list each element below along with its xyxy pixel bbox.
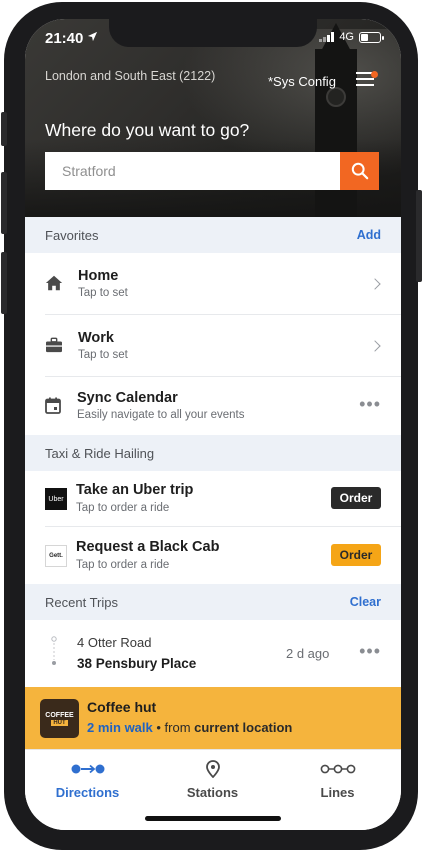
promo-banner[interactable]: COFFEE HUT Coffee hut 2 min walk • from … [25,687,401,749]
directions-icon [70,760,106,778]
logo-text-top: COFFEE [45,711,74,719]
notch [109,19,317,47]
promo-details: 2 min walk • from current location [87,720,292,735]
uber-logo-icon: Uber [45,488,67,510]
order-black-cab-button[interactable]: Order [331,544,381,566]
promo-walk-time: 2 min walk [87,720,153,735]
clear-recent-button[interactable]: Clear [350,595,381,609]
search-button[interactable] [340,152,379,190]
recent-trips-title: Recent Trips [45,594,118,610]
favorite-title: Home [78,268,119,284]
search-icon [351,162,368,180]
taxi-uber[interactable]: Uber Take an Uber trip Tap to order a ri… [25,471,401,527]
recent-trip-item[interactable]: 4 Otter Road 38 Pensbury Place 2 d ago •… [25,620,401,687]
region-label[interactable]: London and South East (2122) [45,69,215,83]
menu-button[interactable] [356,71,378,88]
briefcase-icon [46,337,62,353]
tab-label: Stations [186,785,239,800]
favorite-subtitle: Tap to set [78,349,128,361]
favorite-work[interactable]: Work Tap to set [25,315,401,377]
favorite-sync-calendar[interactable]: Sync Calendar Easily navigate to all you… [25,377,401,435]
lines-icon [320,760,356,778]
more-options-icon[interactable]: ••• [359,642,381,660]
more-options-icon[interactable]: ••• [359,395,381,413]
location-pin-icon [205,760,220,778]
add-favorite-button[interactable]: Add [357,228,381,242]
taxi-black-cab[interactable]: Gett. Request a Black Cab Tap to order a… [25,527,401,583]
battery-icon [359,31,384,43]
taxi-subtitle: Tap to order a ride [76,559,170,571]
taxi-header: Taxi & Ride Hailing [25,435,401,471]
home-icon [45,275,63,291]
status-time: 21:40 [45,30,84,47]
promo-title: Coffee hut [87,699,157,715]
tab-lines[interactable]: Lines [275,750,400,810]
power-button [416,190,422,282]
chevron-right-icon [369,278,381,290]
notification-dot [371,71,378,78]
signal-icon [319,32,335,42]
favorite-subtitle: Tap to set [78,287,128,299]
taxi-subtitle: Tap to order a ride [76,502,170,514]
logo-text-bottom: HUT [51,719,68,726]
status-indicators: 4G [319,31,384,43]
favorite-subtitle: Easily navigate to all your events [77,409,245,421]
sys-config-link[interactable]: *Sys Config [268,74,336,89]
big-ben-clock [326,87,346,107]
trip-destination: 38 Pensbury Place [77,656,197,671]
trip-time-ago: 2 d ago [286,646,330,661]
chevron-right-icon [369,340,381,352]
taxi-title-text: Request a Black Cab [76,539,220,555]
volume-down-button [1,252,7,314]
location-arrow-icon [87,31,98,42]
favorite-title: Work [78,330,114,346]
taxi-title: Taxi & Ride Hailing [45,445,155,461]
recent-trips-header: Recent Trips Clear [25,584,401,620]
tab-stations[interactable]: Stations [150,750,275,810]
favorite-home[interactable]: Home Tap to set [25,253,401,315]
search-prompt: Where do you want to go? [45,120,250,140]
favorites-header: Favorites Add [25,217,401,253]
tab-label: Lines [320,785,355,800]
gett-logo-icon: Gett. [45,545,67,567]
network-label: 4G [339,31,354,43]
tab-directions[interactable]: Directions [25,750,150,810]
taxi-title-text: Take an Uber trip [76,482,194,498]
promo-location: current location [194,720,293,735]
coffee-hut-logo: COFFEE HUT [40,699,79,738]
favorites-title: Favorites [45,227,99,243]
order-uber-button[interactable]: Order [331,487,381,509]
destination-search-input[interactable] [45,152,341,190]
home-indicator[interactable] [145,816,281,821]
promo-separator: • from [152,720,195,735]
route-dots-icon [51,636,57,665]
calendar-icon [45,397,61,414]
mute-switch [1,112,7,146]
app-screen: 21:40 4G London and South East (2122) *S… [25,19,401,830]
favorite-title: Sync Calendar [77,390,178,406]
volume-up-button [1,172,7,234]
trip-origin: 4 Otter Road [77,635,152,650]
tab-label: Directions [55,785,120,800]
